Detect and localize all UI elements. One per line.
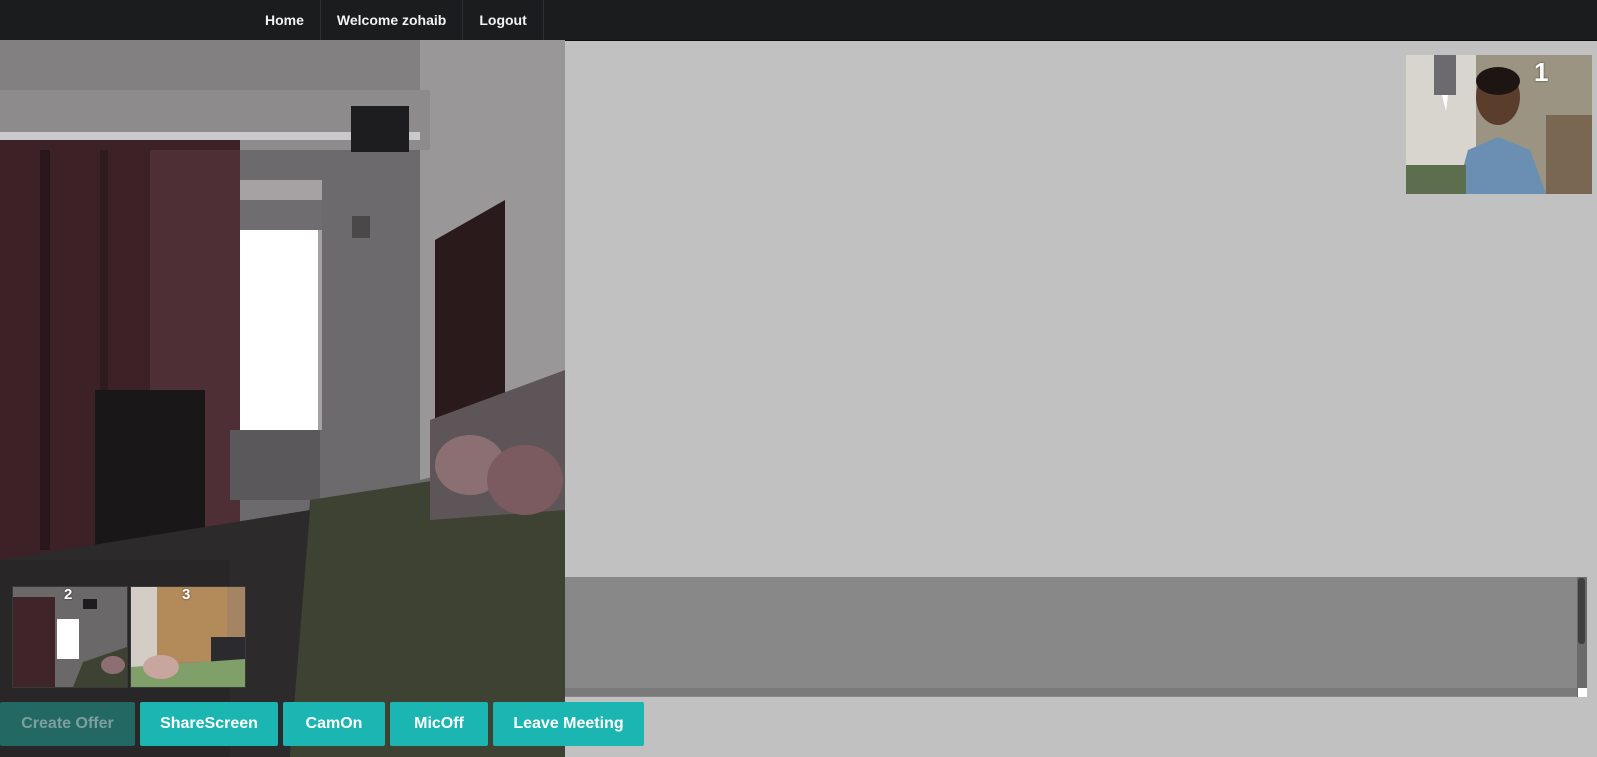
nav-logout-link[interactable]: Logout — [463, 0, 544, 40]
cam-on-button[interactable]: CamOn — [283, 702, 385, 746]
participant-thumbnails: 2 3 — [6, 578, 250, 690]
remote-tile-number: 1 — [1534, 57, 1549, 87]
nav-home-link[interactable]: Home — [248, 0, 321, 40]
nav-welcome-link[interactable]: Welcome zohaib — [321, 0, 464, 40]
top-navbar: Home Welcome zohaib Logout — [0, 0, 1597, 41]
mic-off-button[interactable]: MicOff — [390, 702, 488, 746]
remote-participant-image — [1406, 55, 1592, 194]
participant-thumbnail-3[interactable]: 3 — [130, 586, 246, 688]
share-screen-button[interactable]: ShareScreen — [140, 702, 278, 746]
chat-panel-horizontal-scrollbar[interactable] — [565, 688, 1577, 696]
leave-meeting-button[interactable]: Leave Meeting — [493, 702, 644, 746]
thumbnail-2-number: 2 — [64, 586, 73, 603]
chat-panel[interactable] — [565, 577, 1584, 697]
participant-thumbnail-2[interactable]: 2 — [12, 586, 128, 688]
chat-panel-scroll-thumb[interactable] — [1578, 578, 1585, 644]
create-offer-button[interactable]: Create Offer — [0, 702, 135, 746]
nav-menu: Home Welcome zohaib Logout — [248, 0, 544, 40]
thumbnail-3-number: 3 — [182, 586, 191, 603]
chat-panel-resize-corner[interactable] — [1578, 688, 1587, 697]
remote-video-tile[interactable]: 1 — [1406, 55, 1592, 194]
